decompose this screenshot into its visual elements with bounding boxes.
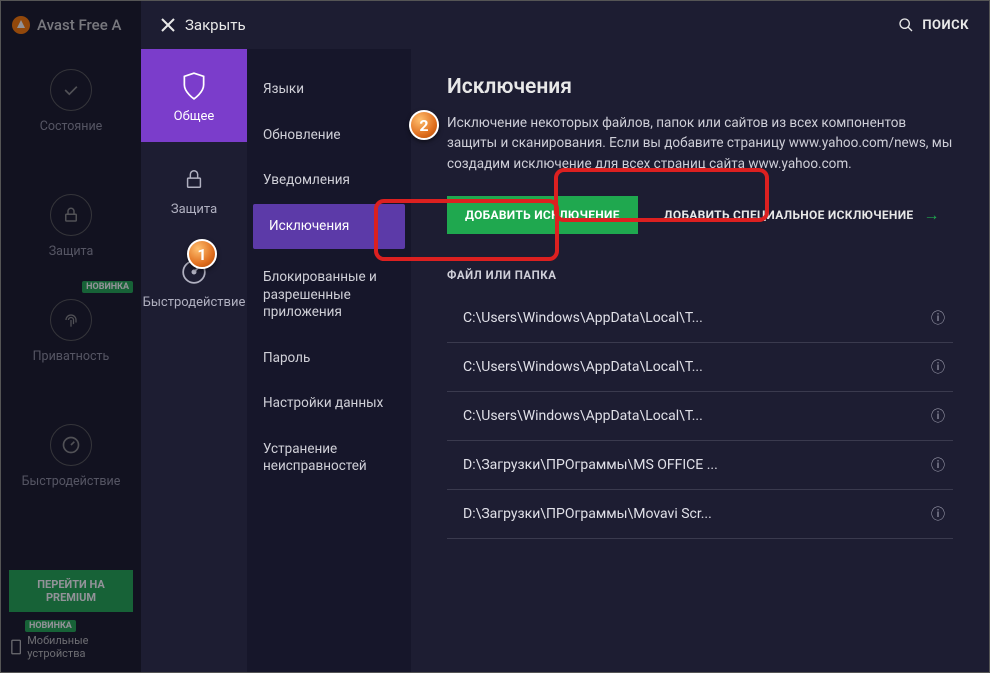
settings-sub-column: Языки Обновление Уведомления Исключения … xyxy=(247,49,411,672)
info-icon[interactable]: ⓘ xyxy=(931,455,945,475)
info-icon[interactable]: ⓘ xyxy=(931,504,945,524)
add-special-exception-link[interactable]: ДОБАВИТЬ СПЕЦИАЛЬНОЕ ИСКЛЮЧЕНИЕ → xyxy=(664,205,940,225)
category-general[interactable]: Общее xyxy=(141,49,247,142)
exception-row[interactable]: C:\Users\Windows\AppData\Local\T... ⓘ xyxy=(447,343,953,392)
nav-protection[interactable]: Защита xyxy=(1,174,141,279)
exception-path: D:\Загрузки\ПРОграммы\Movavi Scr... xyxy=(463,506,712,522)
check-circle-icon xyxy=(50,69,92,111)
search-icon xyxy=(898,17,914,33)
settings-main-panel: Исключения Исключение некоторых файлов, … xyxy=(411,49,989,672)
premium-button[interactable]: ПЕРЕЙТИ НА PREMIUM xyxy=(9,570,133,612)
exception-row[interactable]: C:\Users\Windows\AppData\Local\T... ⓘ xyxy=(447,392,953,441)
exception-row[interactable]: D:\Загрузки\ПРОграммы\Movavi Scr... ⓘ xyxy=(447,490,953,539)
nav-status[interactable]: Состояние xyxy=(1,49,141,154)
arrow-right-icon: → xyxy=(923,205,939,225)
exception-path: C:\Users\Windows\AppData\Local\T... xyxy=(463,310,703,326)
mobile-devices-link[interactable]: НОВИНКА Мобильные устройства xyxy=(9,632,133,662)
sub-data-settings[interactable]: Настройки данных xyxy=(247,381,411,427)
main-sidebar: Avast Free A Состояние Защита НОВИНКА Пр… xyxy=(1,1,141,672)
page-title: Исключения xyxy=(447,75,953,99)
gauge-icon xyxy=(50,424,92,466)
category-protection[interactable]: Защита xyxy=(141,142,247,235)
exception-path: D:\Загрузки\ПРОграммы\MS OFFICE ... xyxy=(463,457,718,473)
sub-blocked-apps[interactable]: Блокированные и разрешенные приложения xyxy=(247,255,411,336)
exception-row[interactable]: D:\Загрузки\ПРОграммы\MS OFFICE ... ⓘ xyxy=(447,441,953,490)
sub-password[interactable]: Пароль xyxy=(247,336,411,382)
lock-icon xyxy=(179,164,209,194)
close-icon xyxy=(161,18,175,32)
brand-logo: Avast Free A xyxy=(1,9,141,49)
modal-header: Закрыть ПОИСК xyxy=(141,1,989,49)
annotation-badge-2: 2 xyxy=(409,110,439,140)
settings-category-column: Общее Защита Быстродействие xyxy=(141,49,247,672)
exception-path: C:\Users\Windows\AppData\Local\T... xyxy=(463,408,703,424)
new-badge: НОВИНКА xyxy=(25,620,76,632)
new-badge: НОВИНКА xyxy=(82,281,133,293)
sub-exceptions[interactable]: Исключения xyxy=(253,204,405,250)
shield-icon xyxy=(179,71,209,101)
page-description: Исключение некоторых файлов, папок или с… xyxy=(447,113,953,174)
sub-update[interactable]: Обновление xyxy=(247,113,411,159)
fingerprint-icon xyxy=(50,299,92,341)
sub-notifications[interactable]: Уведомления xyxy=(247,158,411,204)
lock-icon xyxy=(50,194,92,236)
mobile-icon xyxy=(11,639,21,655)
nav-privacy[interactable]: НОВИНКА Приватность xyxy=(1,279,141,384)
settings-modal: Закрыть ПОИСК Общее Защита xyxy=(141,1,989,672)
exception-row[interactable]: C:\Users\Windows\AppData\Local\T... ⓘ xyxy=(447,294,953,343)
info-icon[interactable]: ⓘ xyxy=(931,406,945,426)
avast-logo-icon xyxy=(11,15,31,35)
add-exception-button[interactable]: ДОБАВИТЬ ИСКЛЮЧЕНИЕ xyxy=(447,196,638,234)
sub-troubleshoot[interactable]: Устранение неисправностей xyxy=(247,427,411,490)
search-button[interactable]: ПОИСК xyxy=(898,17,969,33)
exception-path: C:\Users\Windows\AppData\Local\T... xyxy=(463,359,703,375)
info-icon[interactable]: ⓘ xyxy=(931,357,945,377)
nav-performance[interactable]: Быстродействие xyxy=(1,404,141,509)
sub-languages[interactable]: Языки xyxy=(247,67,411,113)
annotation-badge-1: 1 xyxy=(187,239,217,269)
info-icon[interactable]: ⓘ xyxy=(931,308,945,328)
close-button[interactable]: Закрыть xyxy=(161,16,246,34)
section-header: ФАЙЛ ИЛИ ПАПКА xyxy=(447,268,953,282)
